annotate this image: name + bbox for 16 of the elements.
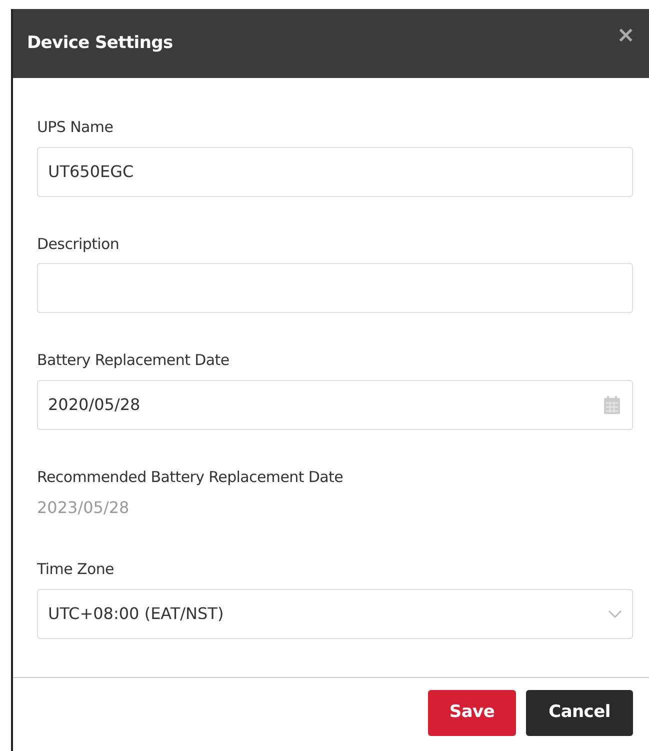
cancel-button[interactable]: Cancel: [526, 690, 633, 736]
field-label: Description: [37, 234, 120, 254]
timezone-dropdown[interactable]: UTC+08:00 (EAT/NST): [37, 588, 633, 638]
close-button[interactable]: ×: [616, 24, 635, 46]
field-label: Recommended Battery Replacement Date: [37, 466, 344, 488]
calendar-icon: [603, 394, 621, 414]
date-field[interactable]: 2020/05/28: [37, 380, 633, 430]
dialog-title: Device Settings: [27, 32, 173, 55]
field-label: Battery Replacement Date: [37, 350, 230, 371]
field-label: UPS Name: [37, 117, 114, 138]
save-button[interactable]: Save: [428, 690, 516, 736]
input-field[interactable]: [37, 263, 633, 313]
field-value: 2023/05/28: [37, 497, 130, 519]
input-field[interactable]: UT650EGC: [37, 146, 633, 196]
chevron-down-icon: [608, 610, 622, 618]
field-label: Time Zone: [37, 559, 115, 580]
